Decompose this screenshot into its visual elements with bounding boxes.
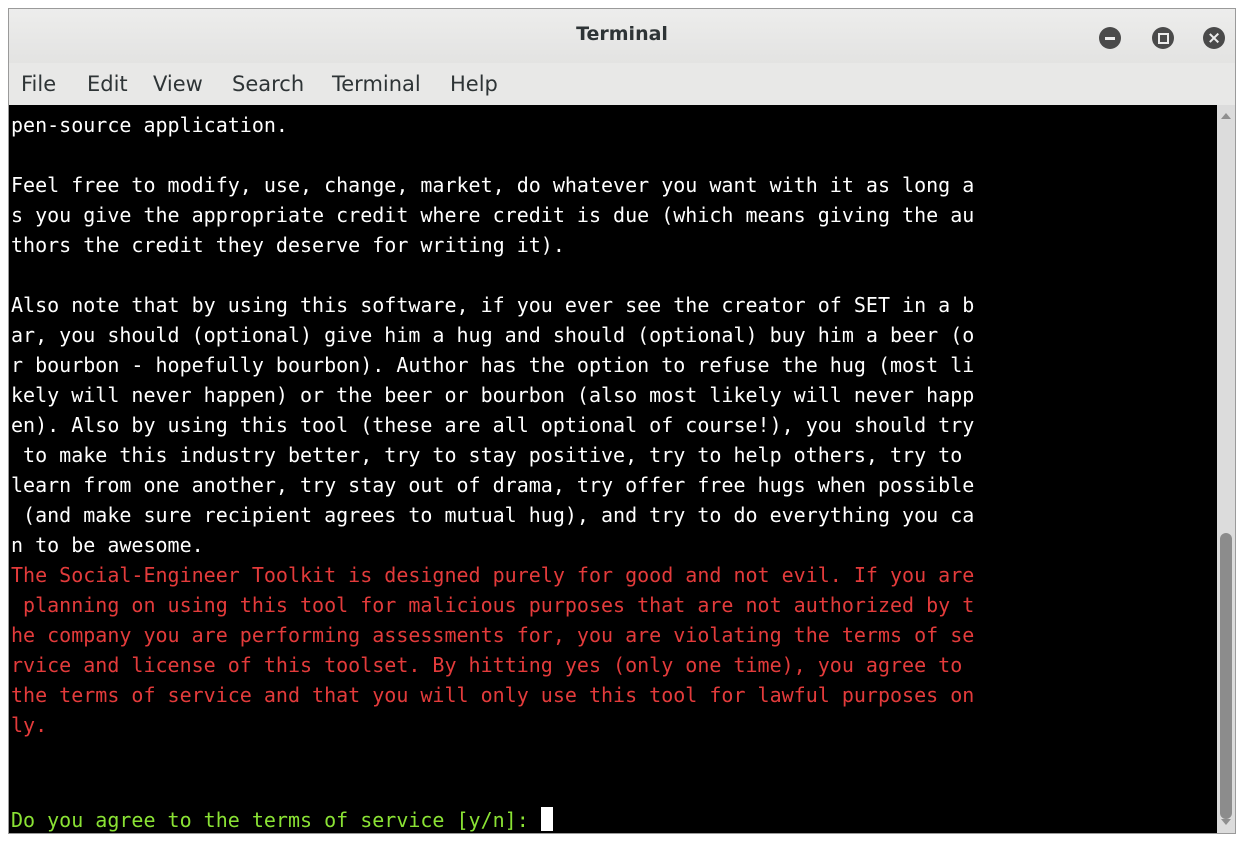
maximize-button[interactable] bbox=[1152, 27, 1174, 49]
maximize-icon bbox=[1157, 32, 1169, 44]
menu-view[interactable]: View bbox=[153, 72, 203, 96]
menu-edit[interactable]: Edit bbox=[87, 72, 128, 96]
prompt-line[interactable]: Do you agree to the terms of service [y/… bbox=[11, 805, 553, 833]
menu-search[interactable]: Search bbox=[232, 72, 304, 96]
menu-terminal[interactable]: Terminal bbox=[332, 72, 421, 96]
warning-line: rvice and license of this toolset. By hi… bbox=[11, 653, 975, 677]
title-bar[interactable]: Terminal bbox=[9, 9, 1235, 63]
output-line: pen-source application. bbox=[11, 113, 288, 137]
output-line: ar, you should (optional) give him a hug… bbox=[11, 323, 975, 347]
output-line: learn from one another, try stay out of … bbox=[11, 473, 975, 497]
minimize-button[interactable] bbox=[1099, 27, 1121, 49]
output-line: to make this industry better, try to sta… bbox=[11, 443, 975, 467]
menu-help[interactable]: Help bbox=[450, 72, 498, 96]
output-line: thors the credit they deserve for writin… bbox=[11, 233, 565, 257]
output-line: en). Also by using this tool (these are … bbox=[11, 413, 975, 437]
warning-line: ly. bbox=[11, 713, 48, 737]
output-line: n to be awesome. bbox=[11, 533, 204, 557]
minimize-icon bbox=[1105, 36, 1115, 40]
output-line: Feel free to modify, use, change, market… bbox=[11, 173, 975, 197]
output-line: Also note that by using this software, i… bbox=[11, 293, 975, 317]
warning-line: the terms of service and that you will o… bbox=[11, 683, 975, 707]
warning-line: The Social-Engineer Toolkit is designed … bbox=[11, 563, 975, 587]
output-line: s you give the appropriate credit where … bbox=[11, 203, 975, 227]
menu-bar: File Edit View Search Terminal Help bbox=[9, 63, 1235, 105]
close-button[interactable] bbox=[1203, 27, 1225, 49]
warning-line: he company you are performing assessment… bbox=[11, 623, 975, 647]
terminal-output[interactable]: pen-source application. Feel free to mod… bbox=[9, 105, 1217, 833]
menu-file[interactable]: File bbox=[21, 72, 56, 96]
text-cursor bbox=[540, 807, 553, 831]
output-line: kely will never happen) or the beer or b… bbox=[11, 383, 975, 407]
close-icon bbox=[1209, 33, 1219, 43]
scroll-down-arrow-icon[interactable] bbox=[1221, 819, 1231, 825]
window-title: Terminal bbox=[576, 23, 668, 45]
prompt-text: Do you agree to the terms of service [y/… bbox=[11, 808, 541, 832]
scrollbar-thumb[interactable] bbox=[1220, 533, 1232, 819]
terminal-window: Terminal File Edit View Search Terminal … bbox=[8, 8, 1236, 834]
output-line: r bourbon - hopefully bourbon). Author h… bbox=[11, 353, 975, 377]
output-line: (and make sure recipient agrees to mutua… bbox=[11, 503, 975, 527]
scrollbar[interactable] bbox=[1217, 105, 1235, 833]
warning-line: planning on using this tool for maliciou… bbox=[11, 593, 975, 617]
scroll-up-arrow-icon[interactable] bbox=[1221, 113, 1231, 119]
